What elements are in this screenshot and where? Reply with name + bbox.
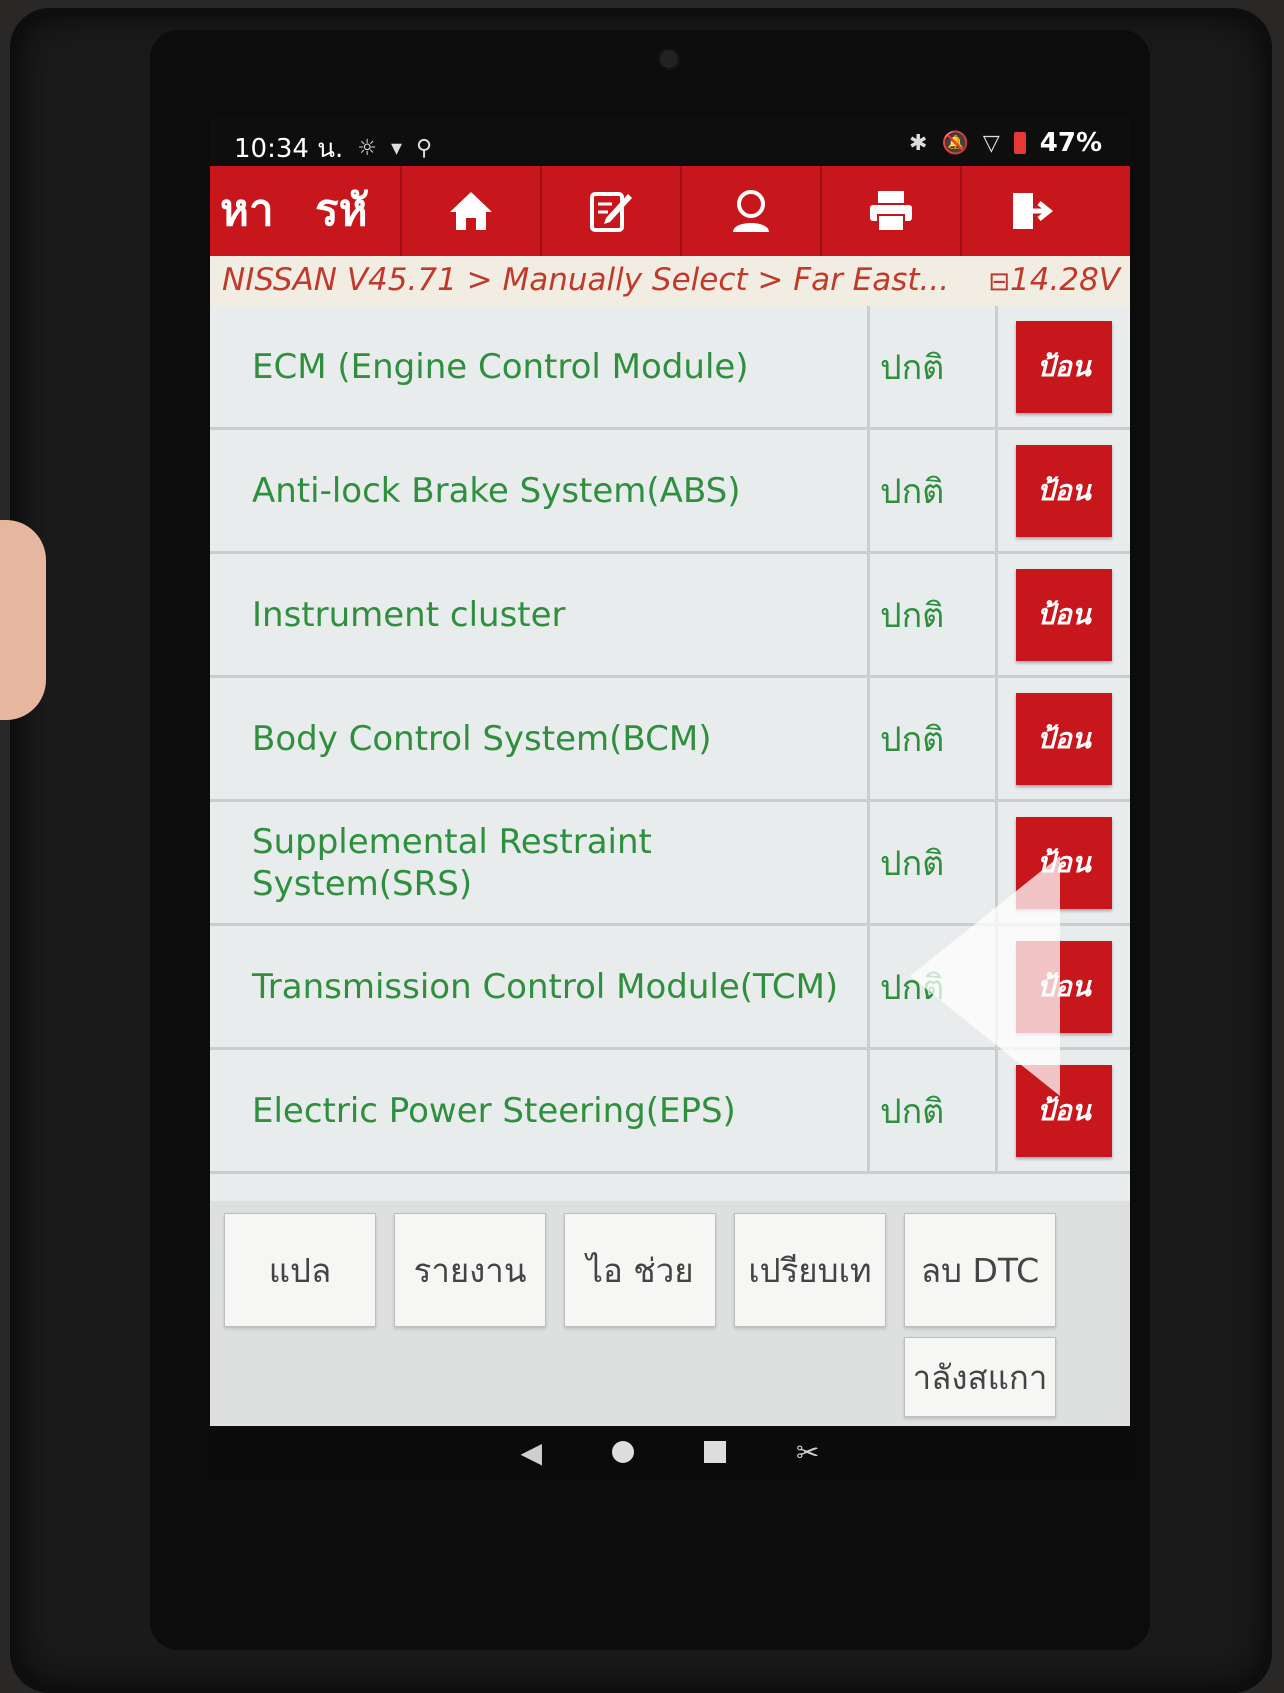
screenshot-icon[interactable]: ✂ (796, 1436, 819, 1469)
compare-button[interactable]: เปรียบเท (734, 1213, 886, 1327)
signal-icon: ▽ (982, 130, 1000, 156)
enter-button[interactable]: ป้อน (1016, 692, 1112, 785)
system-name: ECM (Engine Control Module) (210, 306, 870, 427)
recents-icon[interactable] (704, 1441, 727, 1463)
bluetooth-icon: ✱ (909, 130, 928, 156)
home-button[interactable] (400, 166, 540, 256)
code-button[interactable]: รหั (305, 166, 400, 256)
battery-icon (1013, 132, 1026, 154)
rescan-button[interactable]: าลังสแกา (904, 1337, 1056, 1417)
tablet-screen: 10:34 น. ☼ ▾ ⚲ ✱ 🔕 ▽ 47% หา รหั NISSAN V… (210, 118, 1130, 1478)
clock: 10:34 น. (234, 134, 344, 164)
breadcrumb-path: NISSAN V45.71 > Manually Select > Far Ea… (222, 262, 950, 298)
breadcrumb: NISSAN V45.71 > Manually Select > Far Ea… (210, 256, 1130, 306)
system-name: Transmission Control Module(TCM) (210, 926, 870, 1047)
battery-voltage: ⊟14.28V (988, 262, 1120, 298)
report-button[interactable]: รายงาน (394, 1213, 546, 1327)
battery-level: 47% (1039, 128, 1102, 158)
mute-icon: 🔕 (941, 130, 969, 156)
notification-icon: ☼ (357, 136, 377, 161)
user-button[interactable] (680, 166, 820, 256)
front-camera (660, 50, 678, 68)
list-item: Anti-lock Brake System(ABS) ปกติ ป้อน (210, 430, 1130, 554)
system-status: ปกติ (870, 554, 998, 675)
system-name: Anti-lock Brake System(ABS) (210, 430, 870, 551)
system-status: ปกติ (870, 430, 998, 551)
navigation-bar: ◀ ✂ (210, 1426, 1130, 1478)
edit-icon (590, 192, 632, 232)
home-nav-icon[interactable] (612, 1441, 635, 1463)
screen-glare (910, 856, 1060, 1096)
help-button[interactable]: ไอ ช่วย (564, 1213, 716, 1327)
toolbar: หา รหั (210, 166, 1130, 256)
back-icon[interactable]: ◀ (520, 1436, 542, 1469)
user-icon (733, 190, 769, 232)
system-status: ปกติ (870, 678, 998, 799)
diagnostic-icon: ⚲ (416, 136, 433, 161)
home-icon (450, 192, 492, 230)
list-item: Body Control System(BCM) ปกติ ป้อน (210, 678, 1130, 802)
exit-button[interactable] (960, 166, 1100, 256)
search-button[interactable]: หา (210, 166, 305, 256)
system-name: Body Control System(BCM) (210, 678, 870, 799)
exit-icon (1013, 193, 1053, 229)
list-item: Instrument cluster ปกติ ป้อน (210, 554, 1130, 678)
print-button[interactable] (820, 166, 960, 256)
bottom-button-bar: แปล รายงาน ไอ ช่วย เปรียบเท ลบ DTC าลังส… (210, 1201, 1130, 1426)
wifi-icon: ▾ (390, 136, 403, 161)
edit-button[interactable] (540, 166, 680, 256)
enter-button[interactable]: ป้อน (1016, 444, 1112, 537)
car-battery-icon: ⊟ (988, 267, 1011, 297)
system-list[interactable]: ECM (Engine Control Module) ปกติ ป้อน An… (210, 306, 1130, 1201)
translate-button[interactable]: แปล (224, 1213, 376, 1327)
list-item: ECM (Engine Control Module) ปกติ ป้อน (210, 306, 1130, 430)
print-icon (870, 191, 912, 232)
system-name: Instrument cluster (210, 554, 870, 675)
clear-dtc-button[interactable]: ลบ DTC (904, 1213, 1056, 1327)
system-name: Supplemental Restraint System(SRS) (210, 802, 870, 923)
system-name: Electric Power Steering(EPS) (210, 1050, 870, 1171)
voltage-value: 14.28V (1010, 262, 1120, 298)
enter-button[interactable]: ป้อน (1016, 320, 1112, 413)
enter-button[interactable]: ป้อน (1016, 568, 1112, 661)
system-status: ปกติ (870, 306, 998, 427)
status-bar: 10:34 น. ☼ ▾ ⚲ ✱ 🔕 ▽ 47% (210, 118, 1130, 166)
finger (0, 520, 46, 720)
